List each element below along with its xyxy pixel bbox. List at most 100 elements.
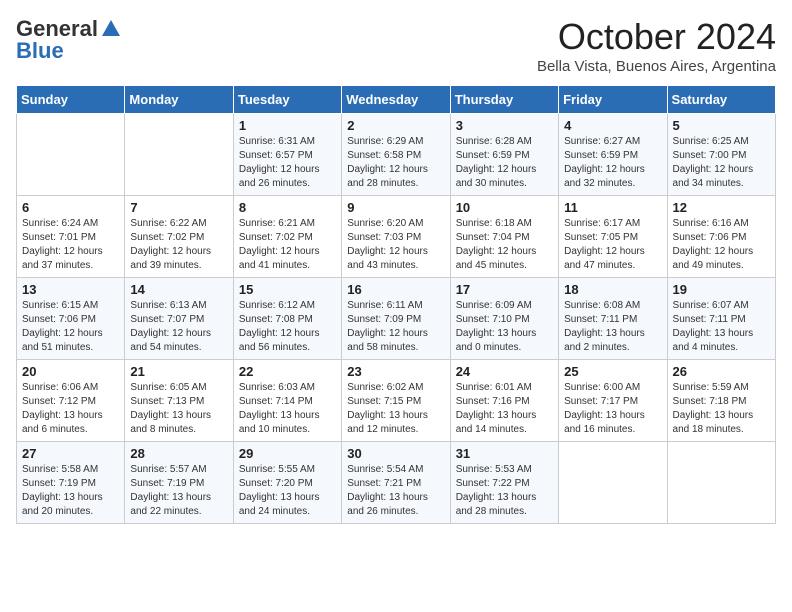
day-info: Sunrise: 6:12 AMSunset: 7:08 PMDaylight:… — [239, 299, 336, 355]
day-number: 15 — [239, 282, 336, 297]
calendar-week-row: 13 Sunrise: 6:15 AMSunset: 7:06 PMDayligh… — [17, 278, 776, 360]
col-header-friday: Friday — [559, 86, 667, 114]
calendar-cell: 7 Sunrise: 6:22 AMSunset: 7:02 PMDaylight… — [125, 196, 233, 278]
day-number: 5 — [673, 118, 770, 133]
day-number: 3 — [456, 118, 553, 133]
day-number: 16 — [347, 282, 444, 297]
day-info: Sunrise: 6:09 AMSunset: 7:10 PMDaylight:… — [456, 299, 553, 355]
day-number: 25 — [564, 364, 661, 379]
day-info: Sunrise: 6:31 AMSunset: 6:57 PMDaylight:… — [239, 135, 336, 191]
day-info: Sunrise: 6:13 AMSunset: 7:07 PMDaylight:… — [130, 299, 227, 355]
day-number: 29 — [239, 446, 336, 461]
day-info: Sunrise: 6:03 AMSunset: 7:14 PMDaylight:… — [239, 381, 336, 437]
calendar-cell: 28 Sunrise: 5:57 AMSunset: 7:19 PMDayligh… — [125, 442, 233, 524]
day-info: Sunrise: 5:57 AMSunset: 7:19 PMDaylight:… — [130, 463, 227, 519]
calendar-week-row: 6 Sunrise: 6:24 AMSunset: 7:01 PMDaylight… — [17, 196, 776, 278]
calendar-cell: 1 Sunrise: 6:31 AMSunset: 6:57 PMDaylight… — [233, 114, 341, 196]
calendar-cell: 23Sunrise: 6:02 AMSunset: 7:15 PMDayligh… — [342, 360, 450, 442]
day-number: 13 — [22, 282, 119, 297]
col-header-monday: Monday — [125, 86, 233, 114]
day-info: Sunrise: 5:59 AMSunset: 7:18 PMDaylight:… — [673, 381, 770, 437]
day-info: Sunrise: 5:54 AMSunset: 7:21 PMDaylight:… — [347, 463, 444, 519]
day-number: 22 — [239, 364, 336, 379]
calendar-cell: 2Sunrise: 6:29 AMSunset: 6:58 PMDaylight… — [342, 114, 450, 196]
day-number: 21 — [130, 364, 227, 379]
col-header-sunday: Sunday — [17, 86, 125, 114]
calendar-cell: 21 Sunrise: 6:05 AMSunset: 7:13 PMDayligh… — [125, 360, 233, 442]
day-info: Sunrise: 6:06 AMSunset: 7:12 PMDaylight:… — [22, 381, 119, 437]
calendar-cell: 19Sunrise: 6:07 AMSunset: 7:11 PMDayligh… — [667, 278, 775, 360]
day-number: 7 — [130, 200, 227, 215]
day-info: Sunrise: 5:55 AMSunset: 7:20 PMDaylight:… — [239, 463, 336, 519]
day-info: Sunrise: 6:18 AMSunset: 7:04 PMDaylight:… — [456, 217, 553, 273]
calendar-cell: 8Sunrise: 6:21 AMSunset: 7:02 PMDaylight… — [233, 196, 341, 278]
day-info: Sunrise: 5:53 AMSunset: 7:22 PMDaylight:… — [456, 463, 553, 519]
calendar-cell: 3Sunrise: 6:28 AMSunset: 6:59 PMDaylight… — [450, 114, 558, 196]
day-number: 26 — [673, 364, 770, 379]
day-info: Sunrise: 5:58 AMSunset: 7:19 PMDaylight:… — [22, 463, 119, 519]
calendar-week-row: 27 Sunrise: 5:58 AMSunset: 7:19 PMDayligh… — [17, 442, 776, 524]
day-number: 18 — [564, 282, 661, 297]
day-number: 12 — [673, 200, 770, 215]
day-number: 23 — [347, 364, 444, 379]
day-info: Sunrise: 6:00 AMSunset: 7:17 PMDaylight:… — [564, 381, 661, 437]
day-number: 11 — [564, 200, 661, 215]
calendar-cell — [125, 114, 233, 196]
calendar-cell: 27 Sunrise: 5:58 AMSunset: 7:19 PMDayligh… — [17, 442, 125, 524]
col-header-thursday: Thursday — [450, 86, 558, 114]
day-number: 1 — [239, 118, 336, 133]
day-number: 31 — [456, 446, 553, 461]
day-number: 9 — [347, 200, 444, 215]
calendar-cell: 13 Sunrise: 6:15 AMSunset: 7:06 PMDayligh… — [17, 278, 125, 360]
col-header-tuesday: Tuesday — [233, 86, 341, 114]
day-number: 4 — [564, 118, 661, 133]
month-title: October 2024 — [537, 16, 776, 58]
day-info: Sunrise: 6:27 AMSunset: 6:59 PMDaylight:… — [564, 135, 661, 191]
location: Bella Vista, Buenos Aires, Argentina — [537, 58, 776, 75]
day-info: Sunrise: 6:17 AMSunset: 7:05 PMDaylight:… — [564, 217, 661, 273]
day-number: 30 — [347, 446, 444, 461]
day-number: 20 — [22, 364, 119, 379]
calendar-cell: 12 Sunrise: 6:16 AMSunset: 7:06 PMDayligh… — [667, 196, 775, 278]
day-info: Sunrise: 6:24 AMSunset: 7:01 PMDaylight:… — [22, 217, 119, 273]
logo-icon — [100, 18, 122, 40]
calendar-cell: 20 Sunrise: 6:06 AMSunset: 7:12 PMDayligh… — [17, 360, 125, 442]
day-number: 8 — [239, 200, 336, 215]
calendar-cell: 25 Sunrise: 6:00 AMSunset: 7:17 PMDayligh… — [559, 360, 667, 442]
calendar-cell: 30 Sunrise: 5:54 AMSunset: 7:21 PMDayligh… — [342, 442, 450, 524]
calendar-cell — [17, 114, 125, 196]
day-number: 27 — [22, 446, 119, 461]
day-info: Sunrise: 6:08 AMSunset: 7:11 PMDaylight:… — [564, 299, 661, 355]
calendar-cell: 17 Sunrise: 6:09 AMSunset: 7:10 PMDayligh… — [450, 278, 558, 360]
day-info: Sunrise: 6:16 AMSunset: 7:06 PMDaylight:… — [673, 217, 770, 273]
calendar-cell: 29 Sunrise: 5:55 AMSunset: 7:20 PMDayligh… — [233, 442, 341, 524]
day-number: 10 — [456, 200, 553, 215]
calendar-cell: 31 Sunrise: 5:53 AMSunset: 7:22 PMDayligh… — [450, 442, 558, 524]
calendar-cell — [559, 442, 667, 524]
logo: General Blue — [16, 16, 122, 64]
day-number: 28 — [130, 446, 227, 461]
day-info: Sunrise: 6:25 AMSunset: 7:00 PMDaylight:… — [673, 135, 770, 191]
calendar-cell: 5 Sunrise: 6:25 AMSunset: 7:00 PMDaylight… — [667, 114, 775, 196]
calendar-week-row: 20 Sunrise: 6:06 AMSunset: 7:12 PMDayligh… — [17, 360, 776, 442]
day-number: 17 — [456, 282, 553, 297]
day-info: Sunrise: 6:01 AMSunset: 7:16 PMDaylight:… — [456, 381, 553, 437]
title-block: October 2024 Bella Vista, Buenos Aires, … — [537, 16, 776, 75]
calendar-cell: 10 Sunrise: 6:18 AMSunset: 7:04 PMDayligh… — [450, 196, 558, 278]
calendar-cell: 14 Sunrise: 6:13 AMSunset: 7:07 PMDayligh… — [125, 278, 233, 360]
day-info: Sunrise: 6:05 AMSunset: 7:13 PMDaylight:… — [130, 381, 227, 437]
calendar-cell: 4 Sunrise: 6:27 AMSunset: 6:59 PMDaylight… — [559, 114, 667, 196]
day-number: 14 — [130, 282, 227, 297]
calendar-week-row: 1 Sunrise: 6:31 AMSunset: 6:57 PMDaylight… — [17, 114, 776, 196]
page-header: General Blue October 2024 Bella Vista, B… — [16, 16, 776, 75]
calendar-cell: 15 Sunrise: 6:12 AMSunset: 7:08 PMDayligh… — [233, 278, 341, 360]
calendar-cell: 26 Sunrise: 5:59 AMSunset: 7:18 PMDayligh… — [667, 360, 775, 442]
day-info: Sunrise: 6:29 AMSunset: 6:58 PMDaylight:… — [347, 135, 444, 191]
calendar-cell: 11 Sunrise: 6:17 AMSunset: 7:05 PMDayligh… — [559, 196, 667, 278]
day-info: Sunrise: 6:22 AMSunset: 7:02 PMDaylight:… — [130, 217, 227, 273]
calendar-cell — [667, 442, 775, 524]
day-number: 6 — [22, 200, 119, 215]
day-info: Sunrise: 6:15 AMSunset: 7:06 PMDaylight:… — [22, 299, 119, 355]
logo-blue-text: Blue — [16, 38, 64, 64]
day-info: Sunrise: 6:20 AMSunset: 7:03 PMDaylight:… — [347, 217, 444, 273]
